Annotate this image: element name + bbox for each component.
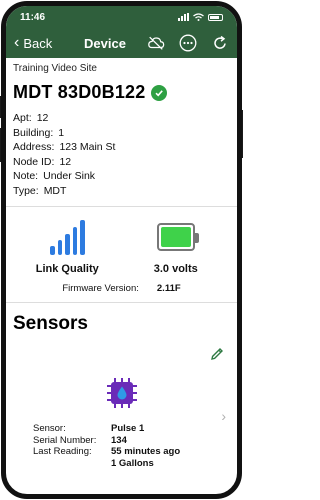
battery-level-icon — [156, 223, 199, 251]
detail-row-note: Note: Under Sink — [13, 169, 230, 184]
last-reading-time: 55 minutes ago — [111, 446, 181, 457]
sensors-title: Sensors — [13, 313, 88, 334]
firmware-label: Firmware Version: — [62, 283, 139, 294]
nav-bar: ‹ Back Device — [6, 28, 237, 58]
sensor-value: Pulse 1 — [111, 423, 145, 434]
detail-value: MDT — [43, 184, 67, 197]
battery-indicator: 3.0 volts — [122, 217, 231, 275]
status-icons — [178, 13, 223, 21]
detail-row-node-id: Node ID: 12 — [13, 155, 230, 170]
firmware-value: 2.11F — [156, 283, 181, 294]
detail-label: Type: — [13, 184, 39, 197]
detail-row-building: Building: 1 — [13, 126, 230, 141]
device-content: Training Video Site MDT 83D0B122 Apt: 12 … — [6, 58, 237, 469]
sensor-info: Sensor: Pulse 1 Serial Number: 134 Last Re… — [13, 423, 230, 469]
detail-value: 123 Main St — [59, 141, 116, 153]
back-label: Back — [23, 35, 53, 51]
chevron-left-icon: ‹ — [14, 34, 20, 51]
link-quality-indicator: Link Quality — [13, 217, 122, 275]
sensors-header: Sensors — [13, 313, 230, 335]
battery-voltage: 3.0 volts — [153, 263, 198, 275]
back-button[interactable]: ‹ Back — [14, 35, 52, 51]
serial-row: Serial Number: 134 — [33, 435, 230, 447]
last-reading-value-row: 1 Gallons — [33, 458, 230, 470]
status-bar: 11:46 — [6, 6, 237, 28]
section-divider — [6, 302, 237, 303]
detail-row-address: Address: 123 Main St — [13, 140, 230, 155]
detail-label: Apt: — [13, 112, 32, 124]
detail-row-type: Type: MDT — [13, 184, 230, 199]
cloud-off-icon[interactable] — [147, 34, 165, 52]
serial-value: 134 — [111, 434, 127, 446]
link-quality-label: Link Quality — [35, 263, 99, 275]
detail-label: Node ID: — [13, 155, 55, 168]
firmware-version: Firmware Version: 2.11F — [13, 283, 230, 294]
device-title: MDT 83D0B122 — [13, 82, 146, 102]
more-options-icon[interactable] — [179, 34, 197, 52]
water-sensor-chip-icon — [105, 376, 139, 415]
device-title-row: MDT 83D0B122 — [13, 82, 230, 103]
detail-value: 12 — [59, 155, 72, 168]
phone-frame: 11:46 ‹ Back Device Training Video Site … — [1, 1, 242, 499]
check-circle-icon — [151, 84, 168, 101]
last-reading-label: Last Reading: — [33, 446, 92, 457]
detail-label: Building: — [13, 126, 54, 139]
chevron-right-icon: › — [221, 408, 226, 424]
detail-value: 1 — [58, 126, 65, 139]
sensor-list-item[interactable]: › Sensor: Pulse 1 Serial Number: 134 Last … — [13, 376, 230, 469]
last-reading-value: 1 Gallons — [111, 457, 154, 469]
link-quality-bars-icon — [50, 217, 85, 255]
sensor-label: Sensor: — [33, 423, 66, 434]
serial-label: Serial Number: — [33, 434, 97, 446]
site-name: Training Video Site — [13, 63, 97, 74]
refresh-icon[interactable] — [211, 34, 229, 52]
device-details: Apt: 12 Building: 1 Address: 123 Main St No… — [13, 111, 230, 198]
cellular-signal-icon — [178, 13, 189, 21]
edit-pencil-icon[interactable] — [210, 347, 224, 366]
battery-status-icon — [208, 13, 223, 21]
status-time: 11:46 — [20, 11, 46, 23]
nav-title: Device — [84, 35, 126, 51]
section-divider — [6, 206, 237, 207]
last-reading-row: Last Reading: 55 minutes ago — [33, 446, 230, 458]
device-status-section: Link Quality 3.0 volts — [13, 217, 230, 275]
detail-value: Under Sink — [43, 170, 96, 182]
detail-label: Address: — [13, 141, 55, 153]
detail-value: 12 — [36, 112, 49, 124]
wifi-icon — [193, 13, 204, 21]
sensor-row: Sensor: Pulse 1 — [33, 423, 230, 435]
detail-row-apt: Apt: 12 — [13, 111, 230, 126]
detail-label: Note: — [13, 170, 39, 182]
